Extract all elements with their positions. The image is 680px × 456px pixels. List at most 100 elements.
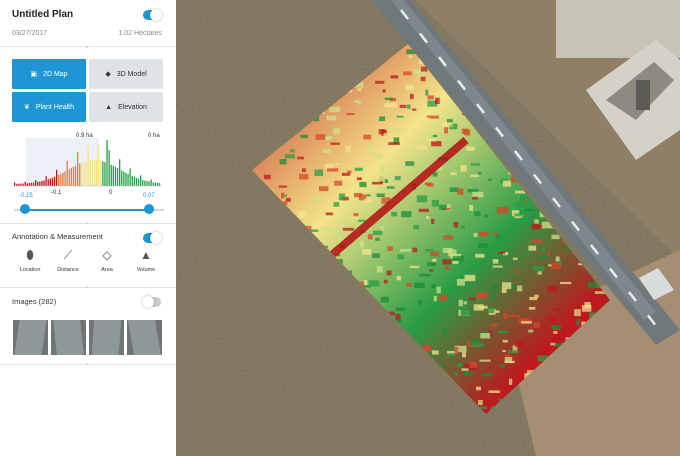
vegetation-patch <box>425 89 429 96</box>
vegetation-patch <box>498 251 506 254</box>
vegetation-patch <box>484 214 489 218</box>
vegetation-patch <box>345 145 351 153</box>
histogram-bar <box>135 177 138 186</box>
area-tool-label: Area <box>101 267 113 273</box>
map-view[interactable] <box>176 0 680 456</box>
range-slider-max-handle[interactable] <box>144 204 154 214</box>
vegetation-patch <box>415 145 427 150</box>
histogram-bar <box>131 175 133 186</box>
view-2d-map-button[interactable]: ▣ 2D Map <box>12 59 86 89</box>
annotation-toggle[interactable] <box>143 232 162 244</box>
vegetation-patch <box>341 175 352 180</box>
vegetation-patch <box>366 194 371 197</box>
images-toggle[interactable] <box>142 296 161 308</box>
vegetation-patch <box>427 262 436 267</box>
vegetation-patch <box>473 304 484 311</box>
vegetation-patch <box>449 187 459 192</box>
vegetation-patch <box>458 299 463 307</box>
vegetation-patch <box>453 221 459 228</box>
area-tool[interactable]: ◇ Area <box>89 248 125 273</box>
plan-toggle[interactable] <box>143 9 162 21</box>
vegetation-patch <box>356 177 362 181</box>
view-plant-health-button[interactable]: ❦ Plant Health <box>12 92 86 122</box>
histogram-bar <box>104 161 106 186</box>
vegetation-patch <box>333 202 340 207</box>
vegetation-patch <box>460 309 472 316</box>
vegetation-patch <box>313 197 325 202</box>
ruler-icon: ⟋ <box>63 248 73 262</box>
cone-icon: ▲ <box>140 248 152 262</box>
vegetation-patch <box>438 295 449 301</box>
vegetation-patch <box>430 251 440 257</box>
vegetation-patch <box>409 93 414 100</box>
vegetation-patch <box>376 266 383 273</box>
histogram-bar <box>83 161 85 186</box>
range-slider-min-handle[interactable] <box>20 204 30 214</box>
histogram-bar <box>116 168 119 186</box>
distance-tool-label: Distance <box>57 267 79 273</box>
view-3d-model-button[interactable]: ◆ 3D Model <box>89 59 163 89</box>
chevron-down-icon[interactable]: ⌄ <box>84 283 90 291</box>
vegetation-patch <box>425 248 435 252</box>
vegetation-patch <box>391 211 398 217</box>
vegetation-patch <box>444 127 449 134</box>
image-thumbnail[interactable] <box>89 320 124 355</box>
chevron-down-icon[interactable]: ⌄ <box>84 360 90 368</box>
volume-tool[interactable]: ▲ Volume <box>128 248 164 273</box>
vegetation-patch <box>432 258 437 262</box>
histogram-bar <box>114 166 117 186</box>
vegetation-patch <box>418 300 423 305</box>
histogram-bar <box>14 182 16 186</box>
vegetation-patch <box>479 359 491 362</box>
vegetation-patch <box>547 264 552 267</box>
image-thumbnail[interactable] <box>127 320 162 355</box>
vegetation-patch <box>330 142 340 145</box>
histogram-bar <box>37 181 39 186</box>
vegetation-patch <box>478 243 488 248</box>
vegetation-patch <box>520 321 532 324</box>
histogram-bar <box>121 170 123 186</box>
vegetation-patch <box>353 213 359 217</box>
histogram-min-tick: -0.15 <box>19 193 33 199</box>
histogram-bar <box>45 176 47 186</box>
image-thumbnail[interactable] <box>51 320 86 355</box>
vegetation-patch <box>263 174 271 180</box>
histogram-chart <box>12 138 162 187</box>
vegetation-patch <box>515 190 526 194</box>
histogram-bar <box>35 180 37 186</box>
chevron-down-icon[interactable]: ⌄ <box>84 219 90 227</box>
vegetation-patch <box>492 265 503 268</box>
view-2d-map-label: 2D Map <box>43 70 68 78</box>
vegetation-patch <box>384 179 389 184</box>
distance-tool[interactable]: ⟋ Distance <box>50 248 86 273</box>
chevron-down-icon[interactable]: ⌄ <box>84 43 90 51</box>
vegetation-patch <box>481 372 493 377</box>
vegetation-patch <box>372 253 380 258</box>
vegetation-patch <box>384 97 393 100</box>
vegetation-patch <box>435 97 440 105</box>
sidebar-panel: Untitled Plan 03/27/2017 1.02 Hectares ⌄… <box>0 0 177 456</box>
histogram-bar <box>142 179 144 186</box>
vegetation-patch <box>551 234 560 240</box>
vegetation-patch <box>299 173 309 180</box>
vegetation-patch <box>472 196 478 200</box>
vegetation-patch <box>396 115 404 118</box>
vegetation-patch <box>514 213 523 217</box>
vegetation-patch <box>550 262 561 270</box>
vegetation-patch <box>497 330 508 334</box>
histogram-bar <box>87 145 89 186</box>
view-elevation-button[interactable]: ▲ Elevation <box>89 92 163 122</box>
vegetation-patch <box>529 296 538 301</box>
histogram-bar <box>85 161 87 186</box>
vegetation-patch <box>359 240 364 248</box>
vegetation-patch <box>501 288 507 294</box>
vegetation-patch <box>428 131 434 137</box>
image-thumbnail[interactable] <box>13 320 48 355</box>
vegetation-patch <box>547 285 558 293</box>
histogram-bar <box>53 176 56 186</box>
vegetation-patch <box>502 180 511 187</box>
vegetation-patch <box>376 193 385 198</box>
location-tool[interactable]: ⬮ Location <box>12 248 48 273</box>
vegetation-patch <box>488 307 495 314</box>
vegetation-patch <box>524 208 535 212</box>
